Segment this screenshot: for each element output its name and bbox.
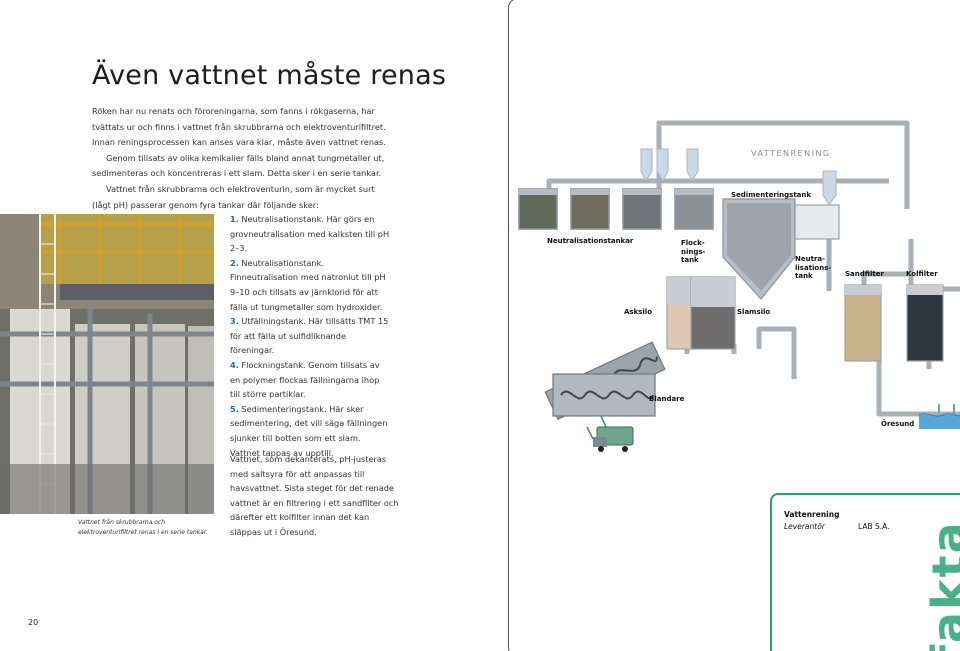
fact-value: LAB S.A. xyxy=(858,522,890,531)
step-text: Utfällningstank. Här tillsätts TMT 15 fö… xyxy=(230,316,389,356)
page-title: Även vattnet måste renas xyxy=(92,60,447,91)
page-number: 20 xyxy=(28,618,39,627)
label-carbon-filter: Kolfilter xyxy=(906,270,938,278)
fakta-watermark: fakta xyxy=(922,520,960,651)
label-sand-filter: Sandfilter xyxy=(845,270,884,278)
intro-paragraph-1: Röken har nu renats och föroreningarna, … xyxy=(92,106,386,148)
step-number: 1. xyxy=(230,214,239,224)
label-flocculation-tank: Flock- nings- tank xyxy=(681,239,706,264)
step-item: 1. Neutralisationstank. Här görs en grov… xyxy=(230,212,390,256)
step-text: Sedimenteringstank. Här sker sedimenteri… xyxy=(230,403,388,458)
step-text: Neutralisationstank. Finneutralisation m… xyxy=(230,257,386,312)
label-mixer: Blandare xyxy=(649,395,685,403)
fact-key: Leverantör xyxy=(784,522,825,531)
intro-text: Röken har nu renats och föroreningarna, … xyxy=(92,104,392,213)
intro-paragraph-2: Genom tillsats av olika kemikalier fälls… xyxy=(92,152,385,179)
step-item: 4. Flockningstank. Genom tillsats av en … xyxy=(230,358,390,402)
step-text: Flockningstank. Genom tillsats av en pol… xyxy=(230,359,380,400)
fact-box: Vattenrening Leverantör LAB S.A. fakta xyxy=(770,493,960,651)
outro-text: Vattnet, som dekanterats, pH-justeras me… xyxy=(230,454,399,537)
step-number: 2. xyxy=(230,257,239,268)
step-text: Neutralisationstank. Här görs en grovneu… xyxy=(230,214,390,254)
intro-paragraph-3: Vattnet från skrubbrarna och elektrovent… xyxy=(92,183,375,210)
step-number: 4. xyxy=(230,359,239,370)
fact-title: Vattenrening xyxy=(784,510,840,519)
label-neutralization-tanks: Neutralisationstankar xyxy=(547,237,634,245)
step-number: 3. xyxy=(230,316,239,327)
label-sedimentation-tank: Sedimenteringstank xyxy=(731,191,812,199)
tank-group xyxy=(518,188,714,230)
label-neutralization-tank: Neutra- lisations- tank xyxy=(795,255,832,280)
label-ash-silo: Asksilo xyxy=(624,308,653,316)
step-item: 3. Utfällningstank. Här tillsätts TMT 15… xyxy=(230,314,390,358)
photo-caption: Vattnet från skrubbrarna och elektrovent… xyxy=(78,519,208,536)
process-steps: 1. Neutralisationstank. Här görs en grov… xyxy=(230,212,390,460)
step-item: 2. Neutralisationstank. Finneutralisatio… xyxy=(230,256,390,314)
plant-photo xyxy=(0,214,214,514)
label-sludge-silo: Slamsilo xyxy=(737,308,771,316)
diagram-heading: VATTENRENING xyxy=(751,149,831,158)
label-oresund: Öresund xyxy=(881,420,915,428)
step-number: 5. xyxy=(230,403,239,414)
